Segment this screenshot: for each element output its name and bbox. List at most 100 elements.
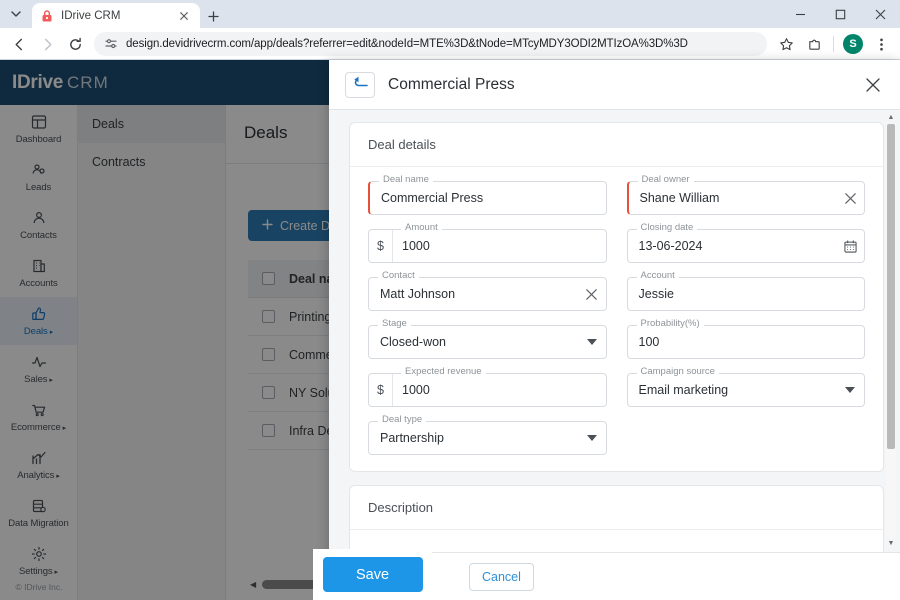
field-row: Amount $ 1000 Closing date <box>368 229 865 263</box>
plus-icon[interactable] <box>202 5 224 27</box>
campaign-source-label: Campaign source <box>637 366 719 377</box>
account-field[interactable]: Account Jessie <box>627 277 866 311</box>
close-icon[interactable] <box>862 74 884 96</box>
account-value: Jessie <box>628 287 865 301</box>
closing-date-input[interactable]: 13-06-2024 <box>627 229 866 263</box>
chevron-down-icon[interactable] <box>836 387 864 393</box>
field-col: Probability(%) 100 <box>627 325 866 359</box>
clear-contact-icon[interactable] <box>578 289 606 300</box>
browser-window: IDrive CRM <box>0 0 900 600</box>
contact-input[interactable]: Matt Johnson <box>368 277 607 311</box>
scroll-down-icon[interactable]: ▼ <box>887 540 895 548</box>
stage-value: Closed-won <box>369 335 578 349</box>
field-row: Stage Closed-won Probability(%) <box>368 325 865 359</box>
deal-name-input[interactable]: Commercial Press <box>368 181 607 215</box>
edit-deal-modal: Commercial Press Deal details Deal name … <box>329 60 900 600</box>
contact-field[interactable]: Contact Matt Johnson <box>368 277 607 311</box>
field-col: Amount $ 1000 <box>368 229 607 263</box>
deal-details-card: Deal details Deal name Commercial Press <box>349 122 884 472</box>
arrow-right-icon[interactable] <box>34 31 60 57</box>
contact-value: Matt Johnson <box>369 287 578 301</box>
save-button-callout: Save <box>313 549 432 600</box>
deal-owner-value: Shane William <box>629 191 837 205</box>
minimize-icon[interactable] <box>780 0 820 28</box>
clear-deal-owner-icon[interactable] <box>836 193 864 204</box>
reload-icon[interactable] <box>62 31 88 57</box>
cancel-button[interactable]: Cancel <box>469 563 534 591</box>
amount-input[interactable]: $ 1000 <box>368 229 607 263</box>
probability-label: Probability(%) <box>637 318 704 329</box>
field-col: Contact Matt Johnson <box>368 277 607 311</box>
browser-toolbar: design.devidrivecrm.com/app/deals?referr… <box>0 28 900 60</box>
currency-symbol: $ <box>369 374 393 406</box>
field-col: Stage Closed-won <box>368 325 607 359</box>
deal-type-select[interactable]: Partnership <box>368 421 607 455</box>
amount-value: 1000 <box>393 239 606 253</box>
probability-field[interactable]: Probability(%) 100 <box>627 325 866 359</box>
expected-revenue-field[interactable]: Expected revenue $ 1000 <box>368 373 607 407</box>
maximize-icon[interactable] <box>820 0 860 28</box>
stage-label: Stage <box>378 318 411 329</box>
description-title: Description <box>350 486 883 530</box>
deal-name-field[interactable]: Deal name Commercial Press <box>368 181 607 215</box>
chevron-down-icon[interactable] <box>578 339 606 345</box>
contact-label: Contact <box>378 270 419 281</box>
kebab-menu-icon[interactable] <box>868 31 894 57</box>
tune-icon[interactable] <box>104 37 118 51</box>
account-input[interactable]: Jessie <box>627 277 866 311</box>
currency-symbol: $ <box>369 230 393 262</box>
close-icon[interactable] <box>860 0 900 28</box>
deal-type-field[interactable]: Deal type Partnership <box>368 421 607 455</box>
scroll-up-icon[interactable]: ▲ <box>887 114 895 122</box>
amount-field[interactable]: Amount $ 1000 <box>368 229 607 263</box>
stage-field[interactable]: Stage Closed-won <box>368 325 607 359</box>
browser-tab-strip: IDrive CRM <box>0 0 900 28</box>
avatar-initial: S <box>843 34 863 54</box>
close-icon[interactable] <box>176 8 192 24</box>
scrollbar-thumb[interactable] <box>887 124 895 449</box>
account-label: Account <box>637 270 679 281</box>
modal-title: Commercial Press <box>388 76 849 94</box>
lock-icon <box>40 9 54 23</box>
deal-owner-label: Deal owner <box>638 174 694 185</box>
star-icon[interactable] <box>773 31 799 57</box>
field-row: Expected revenue $ 1000 Campaign source <box>368 373 865 407</box>
deal-name-value: Commercial Press <box>370 191 606 205</box>
amount-label: Amount <box>401 222 442 233</box>
extensions-icon[interactable] <box>801 31 827 57</box>
expected-revenue-value: 1000 <box>393 383 606 397</box>
deal-details-title: Deal details <box>350 123 883 167</box>
field-row: Contact Matt Johnson <box>368 277 865 311</box>
field-col-empty <box>627 421 866 455</box>
field-col: Deal name Commercial Press <box>368 181 607 215</box>
probability-input[interactable]: 100 <box>627 325 866 359</box>
deal-owner-field[interactable]: Deal owner Shane William <box>627 181 866 215</box>
toolbar-divider <box>833 36 834 52</box>
modal-header: Commercial Press <box>329 60 900 110</box>
chevron-down-icon[interactable] <box>578 435 606 441</box>
closing-date-label: Closing date <box>637 222 698 233</box>
tab-title: IDrive CRM <box>61 10 169 22</box>
field-col: Campaign source Email marketing <box>627 373 866 407</box>
deal-owner-input[interactable]: Shane William <box>627 181 866 215</box>
expected-revenue-input[interactable]: $ 1000 <box>368 373 607 407</box>
address-bar[interactable]: design.devidrivecrm.com/app/deals?referr… <box>94 32 767 56</box>
tab-search-button[interactable] <box>4 3 28 25</box>
probability-value: 100 <box>628 335 865 349</box>
campaign-source-field[interactable]: Campaign source Email marketing <box>627 373 866 407</box>
arrow-left-icon <box>353 76 368 94</box>
field-col: Account Jessie <box>627 277 866 311</box>
closing-date-field[interactable]: Closing date 13-06-2024 <box>627 229 866 263</box>
campaign-source-select[interactable]: Email marketing <box>627 373 866 407</box>
arrow-left-icon[interactable] <box>6 31 32 57</box>
modal-body: Deal details Deal name Commercial Press <box>329 110 900 552</box>
avatar[interactable]: S <box>840 31 866 57</box>
calendar-icon[interactable] <box>836 240 864 253</box>
field-col: Deal owner Shane William <box>627 181 866 215</box>
modal-scrollbar[interactable]: ▲ ▼ <box>886 114 896 548</box>
stage-select[interactable]: Closed-won <box>368 325 607 359</box>
browser-tab[interactable]: IDrive CRM <box>32 3 200 28</box>
window-controls <box>780 0 900 28</box>
back-button[interactable] <box>345 72 375 98</box>
save-button[interactable]: Save <box>323 557 423 592</box>
